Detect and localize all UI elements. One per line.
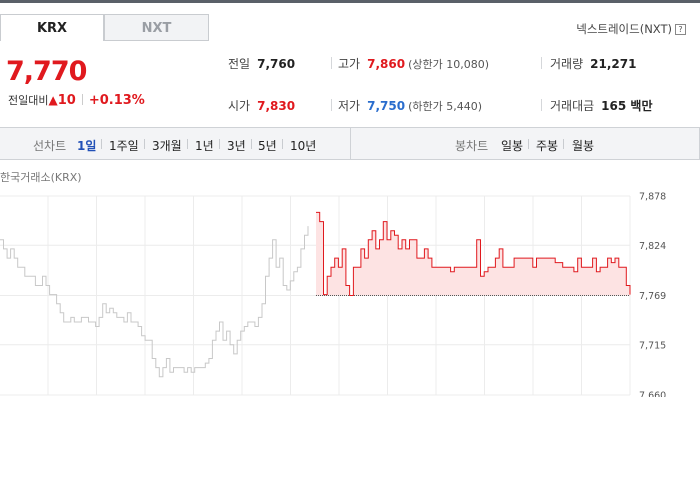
period-1w[interactable]: 1주일 [109, 137, 139, 154]
stat-low: 저가 7,750 (하한가 5,440) [338, 97, 482, 114]
change-value: 10 [57, 93, 76, 108]
stat-label: 시가 [228, 99, 251, 113]
current-price: 7,770 [6, 56, 87, 87]
stat-open: 시가 7,830 [228, 97, 295, 114]
divider [187, 139, 188, 149]
divider [81, 94, 83, 105]
stat-value: 7,860 [367, 57, 406, 71]
stat-label: 전일 [228, 57, 251, 71]
candle-daily[interactable]: 일봉 [501, 137, 523, 154]
nxt-info-link[interactable]: 넥스트레이드(NXT)? [576, 21, 686, 37]
divider [331, 99, 332, 111]
stat-high: 고가 7,860 (상한가 10,080) [338, 55, 489, 72]
divider [331, 57, 332, 69]
divider [541, 57, 542, 69]
chart-area [0, 211, 631, 378]
chart-toolbar: 선차트 1일 1주일 3개월 1년 3년 5년 10년 봉차트 일봉 주봉 월봉 [0, 127, 700, 160]
stat-volume: 거래량 21,271 [550, 55, 636, 72]
y-tick-label: 7,878 [639, 192, 666, 203]
intraday-price-chart[interactable]: 7,878 7,824 7,769 7,715 7,660 [0, 185, 700, 397]
toolbar-divider [350, 128, 351, 159]
divider [563, 139, 564, 149]
chart-exchange-label: 한국거래소(KRX) [0, 171, 82, 184]
divider [251, 139, 252, 149]
period-1d[interactable]: 1일 [77, 137, 96, 154]
divider [282, 139, 283, 149]
candle-monthly[interactable]: 월봉 [572, 137, 594, 154]
stat-value: 21,271 [590, 57, 637, 71]
divider [144, 139, 145, 149]
divider [219, 139, 220, 149]
divider [101, 139, 102, 149]
lower-limit: (하한가 5,440) [408, 100, 482, 113]
stat-value: 165 백만 [601, 99, 653, 113]
period-10y[interactable]: 10년 [290, 137, 316, 154]
stat-value: 7,830 [257, 99, 296, 113]
stat-label: 저가 [338, 99, 361, 113]
y-tick-label: 7,824 [639, 241, 666, 252]
y-tick-label: 7,660 [639, 391, 666, 398]
exchange-tabs: KRX NXT [0, 14, 209, 42]
nxt-link-label: 넥스트레이드(NXT) [576, 22, 672, 36]
stat-label: 거래량 [550, 57, 584, 71]
divider [528, 139, 529, 149]
today-area-fill [316, 212, 630, 296]
tab-nxt[interactable]: NXT [104, 14, 209, 41]
stat-value: 7,760 [257, 57, 296, 71]
period-5y[interactable]: 5년 [258, 137, 277, 154]
y-axis-ticks: 7,878 7,824 7,769 7,715 7,660 [639, 192, 666, 398]
period-3y[interactable]: 3년 [227, 137, 246, 154]
change-label: 전일대비 [8, 94, 49, 107]
candle-chart-label: 봉차트 [455, 139, 489, 153]
previous-day-line [0, 226, 309, 378]
period-3m[interactable]: 3개월 [152, 137, 182, 154]
line-chart-label: 선차트 [33, 139, 67, 153]
upper-limit: (상한가 10,080) [408, 58, 489, 71]
up-arrow-icon: ▲ [48, 93, 58, 107]
stat-label: 거래대금 [550, 99, 595, 113]
y-tick-label: 7,715 [639, 340, 666, 351]
stat-prev-close: 전일 7,760 [228, 55, 295, 72]
stat-value: 7,750 [367, 99, 406, 113]
top-border [0, 0, 700, 3]
divider [541, 99, 542, 111]
tab-krx[interactable]: KRX [0, 14, 104, 41]
y-tick-label: 7,769 [639, 291, 666, 302]
help-icon[interactable]: ? [675, 24, 686, 35]
price-change: 전일대비▲10 +0.13% [8, 92, 145, 108]
candle-weekly[interactable]: 주봉 [536, 137, 558, 154]
period-1y[interactable]: 1년 [195, 137, 214, 154]
stat-label: 고가 [338, 57, 361, 71]
change-percent: +0.13% [88, 93, 145, 108]
stat-amount: 거래대금 165 백만 [550, 97, 652, 114]
